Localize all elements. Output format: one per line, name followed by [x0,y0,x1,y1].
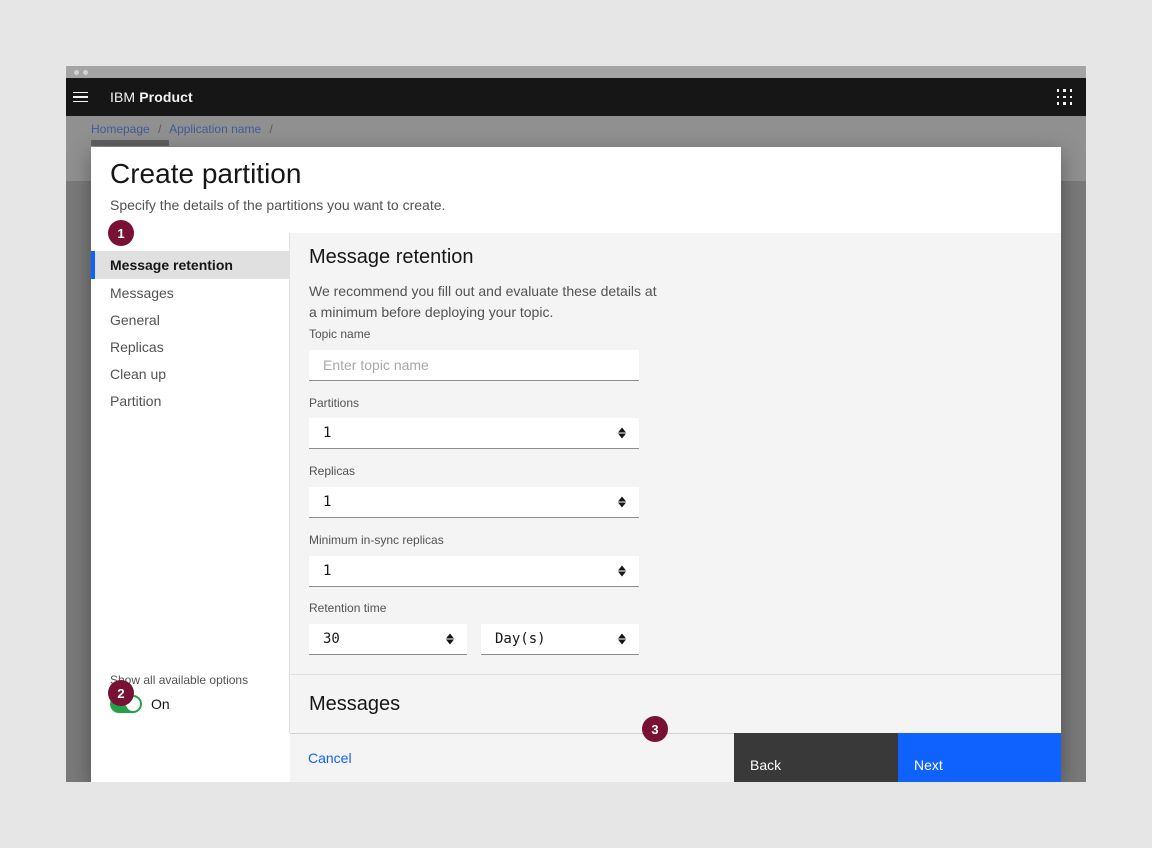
nav-item-messages[interactable]: Messages [91,279,289,306]
annotation-badge-2: 2 [108,680,134,706]
nav-item-message-retention[interactable]: Message retention [91,251,289,279]
tearsheet-subtitle: Specify the details of the partitions yo… [110,197,445,213]
cancel-button[interactable]: Cancel [308,750,352,766]
replicas-number-input[interactable]: 1 [309,487,639,518]
annotation-badge-1: 1 [108,220,134,246]
retention-time-unit-value: Day(s) [495,631,546,647]
select-stepper-icon[interactable] [618,634,626,645]
partitions-label: Partitions [309,396,359,410]
breadcrumb-link-homepage[interactable]: Homepage [91,122,150,136]
window-control-dot [74,70,79,75]
breadcrumb-separator: / [269,122,272,136]
retention-time-value: 30 [323,631,340,647]
min-insync-replicas-label: Minimum in-sync replicas [309,533,444,547]
toggle-state-text: On [151,696,170,712]
tearsheet-footer: Cancel Back Next [290,733,1061,782]
number-stepper-icon[interactable] [446,634,454,645]
tearsheet-influencer-nav: Message retention Messages General Repli… [91,233,290,733]
breadcrumb: Homepage / Application name / [91,122,278,136]
desktop-background: IBM Product Homepage / Application name … [0,0,1152,848]
nav-item-general[interactable]: General [91,306,289,333]
nav-item-replicas[interactable]: Replicas [91,333,289,360]
tearsheet-body: Message retention Messages General Repli… [91,233,1061,733]
breadcrumb-separator: / [158,122,161,136]
replicas-value: 1 [323,494,331,510]
next-button[interactable]: Next [898,733,1061,782]
topic-name-label: Topic name [309,327,370,341]
topic-name-input[interactable] [309,350,639,381]
number-stepper-icon[interactable] [618,428,626,439]
section-heading: Message retention [309,246,474,269]
page-title-clipped [91,140,169,146]
back-button[interactable]: Back [734,733,898,782]
retention-time-number-input[interactable]: 30 [309,624,467,655]
annotation-badge-3: 3 [642,716,668,742]
replicas-label: Replicas [309,464,355,478]
next-section-heading: Messages [309,693,400,716]
vertical-nav: Message retention Messages General Repli… [91,251,289,414]
tearsheet-content: Message retention We recommend you fill … [290,233,1061,733]
retention-time-label: Retention time [309,601,386,615]
retention-time-unit-select[interactable]: Day(s) [481,624,639,655]
create-partition-tearsheet: Create partition Specify the details of … [91,147,1061,782]
brand-prefix: IBM [110,89,135,105]
app-brand: IBM Product [110,89,193,105]
app-header: IBM Product [66,78,1086,116]
min-insync-replicas-number-input[interactable]: 1 [309,556,639,587]
app-switcher-icon[interactable] [1057,89,1073,105]
number-stepper-icon[interactable] [618,566,626,577]
number-stepper-icon[interactable] [618,497,626,508]
section-description: We recommend you fill out and evaluate t… [309,281,659,323]
min-insync-replicas-value: 1 [323,563,331,579]
breadcrumb-link-application[interactable]: Application name [169,122,261,136]
section-divider [290,674,1061,675]
tearsheet-header: Create partition Specify the details of … [91,147,1061,233]
browser-titlebar [66,66,1086,78]
brand-name: Product [139,89,193,105]
tearsheet-title: Create partition [110,158,301,190]
hamburger-menu-icon[interactable] [73,89,89,105]
partitions-number-input[interactable]: 1 [309,418,639,449]
browser-window: IBM Product Homepage / Application name … [66,66,1086,782]
window-control-dot [83,70,88,75]
nav-item-clean-up[interactable]: Clean up [91,360,289,387]
partitions-value: 1 [323,425,331,441]
nav-item-partition[interactable]: Partition [91,387,289,414]
